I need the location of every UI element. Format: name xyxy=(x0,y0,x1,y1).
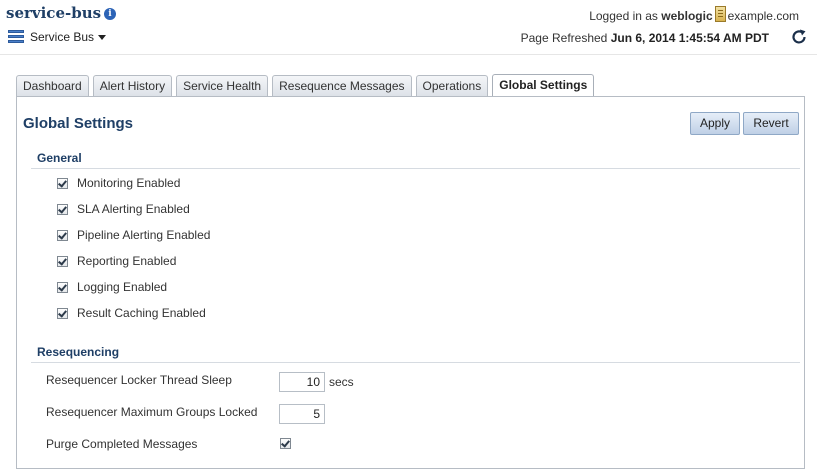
purge-label: Purge Completed Messages xyxy=(46,437,198,451)
purge-completed-checkbox[interactable] xyxy=(280,438,291,449)
tab-global-settings[interactable]: Global Settings xyxy=(492,74,595,97)
refresh-prefix: Page Refreshed xyxy=(520,31,608,45)
server-icon xyxy=(714,6,726,22)
refresh-icon[interactable] xyxy=(790,28,808,46)
reporting-enabled-checkbox[interactable] xyxy=(57,255,68,267)
tab-operations[interactable]: Operations xyxy=(415,75,489,96)
login-prefix: Logged in as xyxy=(589,9,658,23)
pipeline-alerting-enabled-checkbox[interactable] xyxy=(57,229,68,241)
option-sla-alerting-enabled[interactable]: SLA Alerting Enabled xyxy=(57,202,190,216)
option-label: Logging Enabled xyxy=(77,280,168,294)
option-pipeline-alerting-enabled[interactable]: Pipeline Alerting Enabled xyxy=(57,228,210,242)
option-label: Reporting Enabled xyxy=(77,254,177,268)
app-title: service-bus xyxy=(6,4,102,22)
option-monitoring-enabled[interactable]: Monitoring Enabled xyxy=(57,176,180,190)
global-settings-panel: Global Settings Apply Revert General Mon… xyxy=(16,96,805,469)
logging-enabled-checkbox[interactable] xyxy=(57,281,68,293)
service-bus-menu[interactable]: Service Bus xyxy=(8,30,107,44)
option-label: Result Caching Enabled xyxy=(77,306,206,320)
option-reporting-enabled[interactable]: Reporting Enabled xyxy=(57,254,176,268)
option-label: Monitoring Enabled xyxy=(77,176,181,190)
tab-bar: Dashboard Alert History Service Health R… xyxy=(16,74,598,97)
max-groups-input[interactable]: 5 xyxy=(279,404,325,424)
option-label: SLA Alerting Enabled xyxy=(77,202,190,216)
section-title-resequencing: Resequencing xyxy=(37,345,120,359)
login-status: Logged in as weblogic example.com xyxy=(589,6,799,23)
tab-service-health[interactable]: Service Health xyxy=(176,75,269,96)
max-groups-label: Resequencer Maximum Groups Locked xyxy=(46,405,258,419)
section-title-general: General xyxy=(37,151,82,165)
tab-dashboard[interactable]: Dashboard xyxy=(16,75,89,96)
tab-resequence-messages[interactable]: Resequence Messages xyxy=(272,75,412,96)
section-divider-resequencing xyxy=(31,362,800,363)
service-bus-menu-icon xyxy=(8,30,24,44)
apply-button[interactable]: Apply xyxy=(690,112,740,135)
section-divider-general xyxy=(31,168,800,169)
refresh-time: Jun 6, 2014 1:45:54 AM PDT xyxy=(610,31,769,45)
thread-sleep-unit: secs xyxy=(329,375,354,389)
result-caching-enabled-checkbox[interactable] xyxy=(57,307,68,319)
header-divider xyxy=(0,54,817,55)
monitoring-enabled-checkbox[interactable] xyxy=(57,177,68,189)
option-result-caching-enabled[interactable]: Result Caching Enabled xyxy=(57,306,206,320)
option-label: Pipeline Alerting Enabled xyxy=(77,228,211,242)
page-refresh-status: Page Refreshed Jun 6, 2014 1:45:54 AM PD… xyxy=(521,31,769,45)
panel-title: Global Settings xyxy=(23,115,134,132)
option-logging-enabled[interactable]: Logging Enabled xyxy=(57,280,167,294)
sla-alerting-enabled-checkbox[interactable] xyxy=(57,203,68,215)
login-user: weblogic xyxy=(661,9,713,23)
revert-button[interactable]: Revert xyxy=(743,112,799,135)
info-icon[interactable]: i xyxy=(104,8,116,20)
chevron-down-icon xyxy=(98,34,107,40)
service-bus-menu-label: Service Bus xyxy=(30,30,95,44)
tab-alert-history[interactable]: Alert History xyxy=(92,75,173,96)
thread-sleep-label: Resequencer Locker Thread Sleep xyxy=(46,373,232,387)
thread-sleep-input[interactable]: 10 xyxy=(279,372,325,392)
page-header: service-bus i Logged in as weblogic examp… xyxy=(0,0,817,54)
login-host: example.com xyxy=(727,9,799,23)
